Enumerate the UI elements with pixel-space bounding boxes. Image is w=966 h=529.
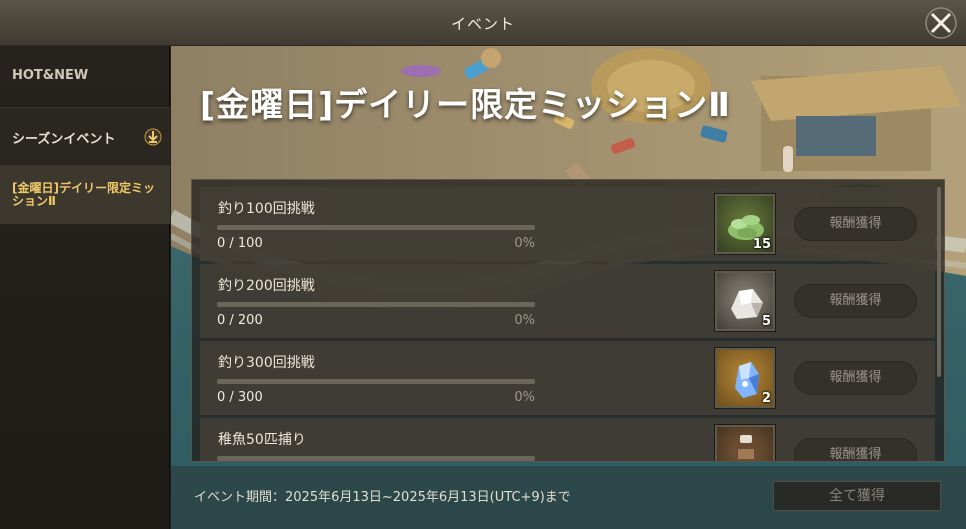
chevron-down-icon <box>144 128 162 146</box>
title-bar: イベント <box>0 0 966 46</box>
mission-percent: 0% <box>514 313 535 328</box>
claim-reward-button[interactable]: 報酬獲得 <box>794 207 917 241</box>
reward-slot[interactable] <box>714 424 776 461</box>
reward-quantity: 2 <box>761 391 771 406</box>
progress-bar <box>217 456 535 461</box>
progress-bar <box>217 225 535 230</box>
event-window: イベント HOT&NEW シーズンイベント [金曜日]デイリー限定ミッションⅡ … <box>0 0 966 529</box>
mission-percent: 0% <box>514 390 535 405</box>
claim-all-button[interactable]: 全て獲得 <box>773 481 941 511</box>
mission-count: 0 / 300 <box>217 390 263 405</box>
mission-row: 稚魚50匹捕り 報酬獲得 <box>200 418 935 461</box>
close-icon[interactable] <box>924 6 958 40</box>
mission-name: 釣り300回挑戦 <box>218 355 315 371</box>
progress-bar <box>217 379 535 384</box>
scrollbar[interactable] <box>937 187 941 377</box>
mission-name: 稚魚50匹捕り <box>218 432 306 448</box>
progress-bar <box>217 302 535 307</box>
mission-name: 釣り100回挑戦 <box>218 201 315 217</box>
sidebar-item-friday-mission[interactable]: [金曜日]デイリー限定ミッションⅡ <box>0 166 170 224</box>
mission-row: 釣り200回挑戦 0 / 200 0% 5 報酬獲得 <box>200 264 935 338</box>
sidebar-item-hot-new[interactable]: HOT&NEW <box>0 46 170 108</box>
mission-row: 釣り100回挑戦 0 / 100 0% 15 報酬獲得 <box>200 187 935 261</box>
claim-reward-button[interactable]: 報酬獲得 <box>794 361 917 395</box>
sidebar-item-season-event[interactable]: シーズンイベント <box>0 108 170 166</box>
event-period: イベント期間：2025年6月13日~2025年6月13日(UTC+9)まで <box>194 490 571 505</box>
window-title: イベント <box>450 15 515 33</box>
mission-count: 0 / 200 <box>217 313 263 328</box>
sidebar-item-label: HOT&NEW <box>12 68 89 83</box>
event-content: [金曜日]デイリー限定ミッションⅡ 釣り100回挑戦 0 / 100 0% 15… <box>171 46 966 529</box>
claim-reward-button[interactable]: 報酬獲得 <box>794 438 917 461</box>
page-title: [金曜日]デイリー限定ミッションⅡ <box>200 85 731 124</box>
reward-quantity: 5 <box>761 314 771 329</box>
reward-slot[interactable]: 5 <box>714 270 776 332</box>
reward-slot[interactable]: 2 <box>714 347 776 409</box>
mission-row: 釣り300回挑戦 0 / 300 0% 2 報酬獲得 <box>200 341 935 415</box>
mission-list-panel: 釣り100回挑戦 0 / 100 0% 15 報酬獲得 釣り200回挑戦 0 /… <box>191 179 945 462</box>
mission-percent: 0% <box>514 236 535 251</box>
reward-quantity: 15 <box>752 237 771 252</box>
mission-name: 釣り200回挑戦 <box>218 278 315 294</box>
sidebar-item-label: シーズンイベント <box>12 132 116 147</box>
bottle-icon <box>736 435 756 461</box>
reward-slot[interactable]: 15 <box>714 193 776 255</box>
sidebar-item-label: [金曜日]デイリー限定ミッションⅡ <box>12 181 155 208</box>
claim-reward-button[interactable]: 報酬獲得 <box>794 284 917 318</box>
mission-count: 0 / 100 <box>217 236 263 251</box>
sidebar: HOT&NEW シーズンイベント [金曜日]デイリー限定ミッションⅡ <box>0 46 170 529</box>
